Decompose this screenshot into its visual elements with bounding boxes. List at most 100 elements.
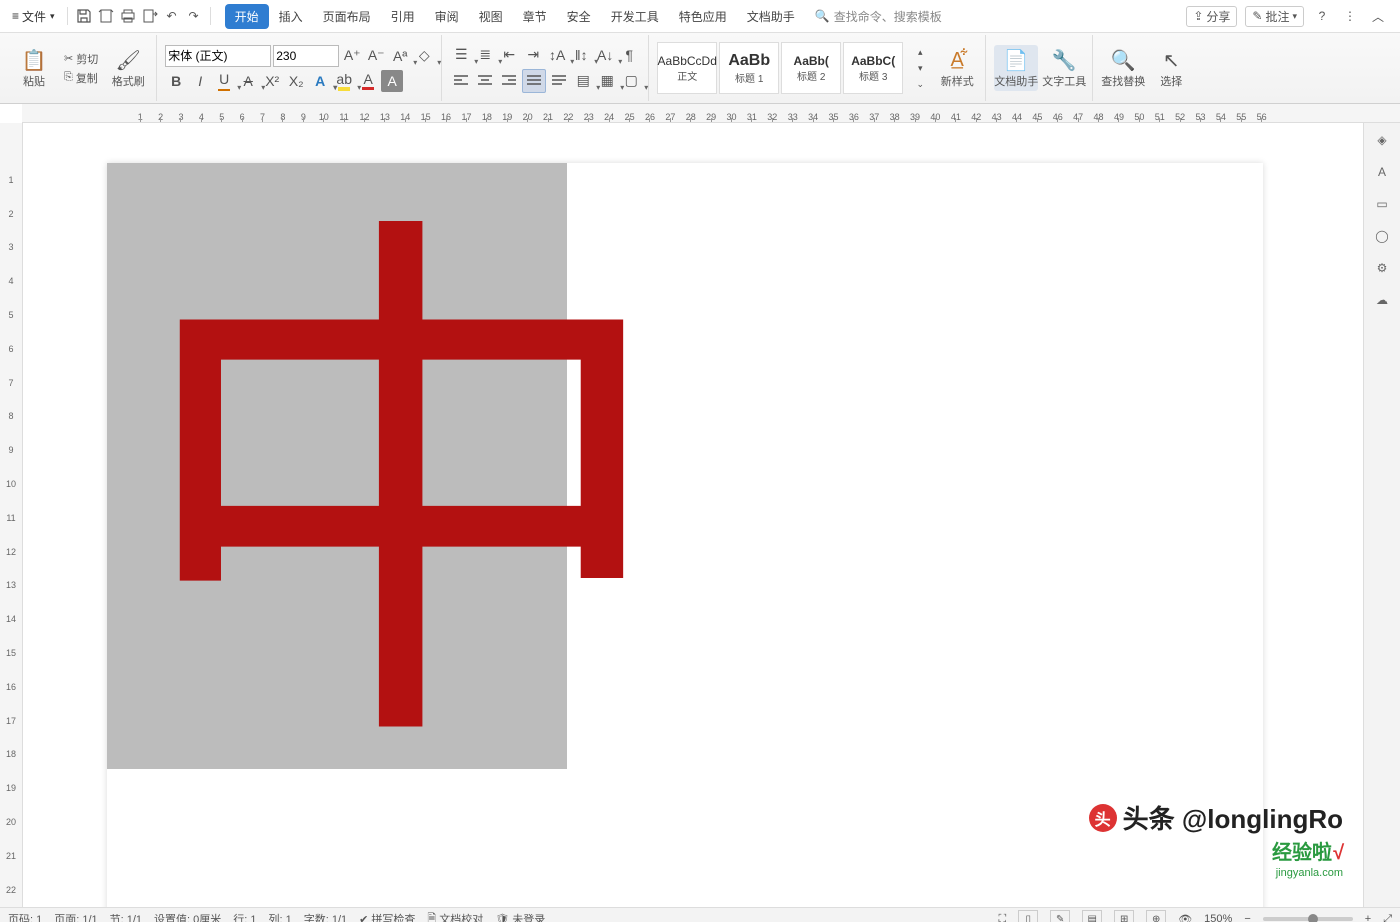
status-page[interactable]: 页面: 1/1 [54, 911, 97, 922]
print-icon[interactable] [118, 6, 138, 26]
copy-button[interactable]: ⎘复制 [60, 69, 102, 87]
character-shading-icon[interactable]: A [381, 70, 403, 92]
underline-icon[interactable]: U [213, 70, 235, 92]
sidebar-shape-icon[interactable]: ◯ [1371, 225, 1393, 247]
superscript-icon[interactable]: X² [261, 70, 283, 92]
number-list-icon[interactable]: ≣ [474, 44, 496, 66]
align-distribute-icon[interactable] [548, 70, 570, 92]
view-read-icon[interactable]: ▯ [1018, 910, 1038, 922]
doccheck-button[interactable]: 🗎文档校对 [427, 910, 483, 922]
sort-icon[interactable]: A↓ [594, 44, 616, 66]
new-style-button[interactable]: A̲͋ 新样式 [935, 45, 979, 91]
fit-page-icon[interactable]: ⤢ [1383, 913, 1392, 922]
increase-font-icon[interactable]: A⁺ [341, 45, 363, 67]
menu-tab-layout[interactable]: 页面布局 [313, 4, 381, 29]
style-heading1[interactable]: AaBb标题 1 [719, 42, 779, 94]
align-left-icon[interactable] [450, 70, 472, 92]
status-setvalue[interactable]: 设置值: 0厘米 [154, 911, 221, 922]
status-col[interactable]: 列: 1 [269, 911, 292, 922]
format-painter-button[interactable]: 🖌 格式刷 [106, 45, 150, 91]
font-name-input[interactable] [165, 45, 271, 67]
document-canvas[interactable]: 中 头 头条 @longlingRo 经验啦√ jingyanla.com [23, 123, 1363, 907]
zoom-slider[interactable] [1263, 917, 1353, 921]
status-row[interactable]: 行: 1 [233, 911, 256, 922]
styles-scroll-up-icon[interactable]: ▴ [909, 44, 931, 60]
document-page[interactable]: 中 [107, 163, 1263, 907]
file-menu-button[interactable]: ≡ 文件 ▾ [6, 6, 61, 27]
align-justify-icon[interactable] [522, 69, 546, 93]
paste-button[interactable]: 📋 粘贴 [12, 45, 56, 91]
subscript-icon[interactable]: X₂ [285, 70, 307, 92]
collapse-ribbon-icon[interactable]: ︿ [1368, 6, 1388, 26]
decrease-indent-icon[interactable]: ⇤ [498, 44, 520, 66]
styles-scroll-down-icon[interactable]: ▾ [909, 60, 931, 76]
show-marks-icon[interactable]: ¶ [618, 44, 640, 66]
export-icon[interactable] [140, 6, 160, 26]
document-text[interactable]: 中 [127, 223, 677, 773]
select-button[interactable]: ↖ 选择 [1149, 45, 1193, 91]
annotate-button[interactable]: ✎ 批注 ▾ [1245, 6, 1304, 27]
zoom-value[interactable]: 150% [1204, 913, 1232, 922]
text-effects-icon[interactable]: A [309, 70, 331, 92]
styles-expand-icon[interactable]: ⌄ [909, 76, 931, 92]
paragraph-layout-icon[interactable]: ▤ [572, 70, 594, 92]
shading-icon[interactable]: ▦ [596, 70, 618, 92]
highlight-icon[interactable]: ab [333, 70, 355, 92]
menu-tab-start[interactable]: 开始 [225, 4, 269, 29]
find-replace-button[interactable]: 🔍 查找替换 [1101, 45, 1145, 91]
menu-tab-chapter[interactable]: 章节 [513, 4, 557, 29]
style-heading2[interactable]: AaBb(标题 2 [781, 42, 841, 94]
eye-protect-icon[interactable]: 👁 [1178, 913, 1192, 922]
strikethrough-icon[interactable]: A [237, 70, 259, 92]
increase-indent-icon[interactable]: ⇥ [522, 44, 544, 66]
redo-icon[interactable]: ↷ [184, 6, 204, 26]
style-heading3[interactable]: AaBbC(标题 3 [843, 42, 903, 94]
zoom-out-button[interactable]: − [1244, 913, 1250, 922]
sidebar-diamond-icon[interactable]: ◈ [1371, 129, 1393, 151]
menu-tab-special[interactable]: 特色应用 [669, 4, 737, 29]
line-spacing-icon[interactable]: ‖↕ [570, 44, 592, 66]
doc-helper-button[interactable]: 📄 文档助手 [994, 45, 1038, 91]
view-page-icon[interactable]: ▤ [1082, 910, 1102, 922]
change-case-icon[interactable]: Aª [389, 45, 411, 67]
more-icon[interactable]: ⋮ [1340, 6, 1360, 26]
font-color-icon[interactable]: A [357, 70, 379, 92]
share-button[interactable]: ⇪ 分享 [1186, 6, 1237, 27]
border-icon[interactable]: ▢ [620, 70, 642, 92]
menu-tab-security[interactable]: 安全 [557, 4, 601, 29]
align-center-icon[interactable] [474, 70, 496, 92]
clear-format-icon[interactable]: ◇ [413, 45, 435, 67]
text-direction-icon[interactable]: ↕A [546, 44, 568, 66]
menu-tab-dochelper[interactable]: 文档助手 [737, 4, 805, 29]
menu-tab-insert[interactable]: 插入 [269, 4, 313, 29]
view-outline-icon[interactable]: ⊞ [1114, 910, 1134, 922]
italic-icon[interactable]: I [189, 70, 211, 92]
zoom-slider-thumb[interactable] [1308, 914, 1318, 922]
sidebar-settings-icon[interactable]: ⚙ [1371, 257, 1393, 279]
vertical-ruler[interactable]: 1234567891011121314151617181920212223 [0, 123, 23, 907]
style-normal[interactable]: AaBbCcDd正文 [657, 42, 717, 94]
menu-tab-view[interactable]: 视图 [469, 4, 513, 29]
sidebar-style-icon[interactable]: A [1371, 161, 1393, 183]
command-search[interactable]: 🔍 查找命令、搜索模板 [815, 8, 942, 25]
undo-icon[interactable]: ↶ [162, 6, 182, 26]
spellcheck-button[interactable]: ✔拼写检查 [359, 911, 415, 922]
font-size-input[interactable] [273, 45, 339, 67]
help-icon[interactable]: ? [1312, 6, 1332, 26]
cut-button[interactable]: ✂剪切 [60, 50, 102, 68]
status-chars[interactable]: 字数: 1/1 [304, 911, 347, 922]
menu-tab-review[interactable]: 审阅 [425, 4, 469, 29]
status-section[interactable]: 节: 1/1 [110, 911, 142, 922]
save-icon[interactable] [74, 6, 94, 26]
print-preview-icon[interactable] [96, 6, 116, 26]
sidebar-selection-icon[interactable]: ▭ [1371, 193, 1393, 215]
bullet-list-icon[interactable]: ☰ [450, 44, 472, 66]
text-tools-button[interactable]: 🔧 文字工具 [1042, 45, 1086, 91]
status-page-number[interactable]: 页码: 1 [8, 911, 42, 922]
zoom-in-button[interactable]: + [1365, 913, 1371, 922]
view-web-icon[interactable]: ⊕ [1146, 910, 1166, 922]
login-status[interactable]: 🛡未登录 [495, 911, 545, 922]
menu-tab-devtools[interactable]: 开发工具 [601, 4, 669, 29]
bold-icon[interactable]: B [165, 70, 187, 92]
horizontal-ruler[interactable]: 1234567891011121314151617181920212223242… [22, 104, 1400, 123]
